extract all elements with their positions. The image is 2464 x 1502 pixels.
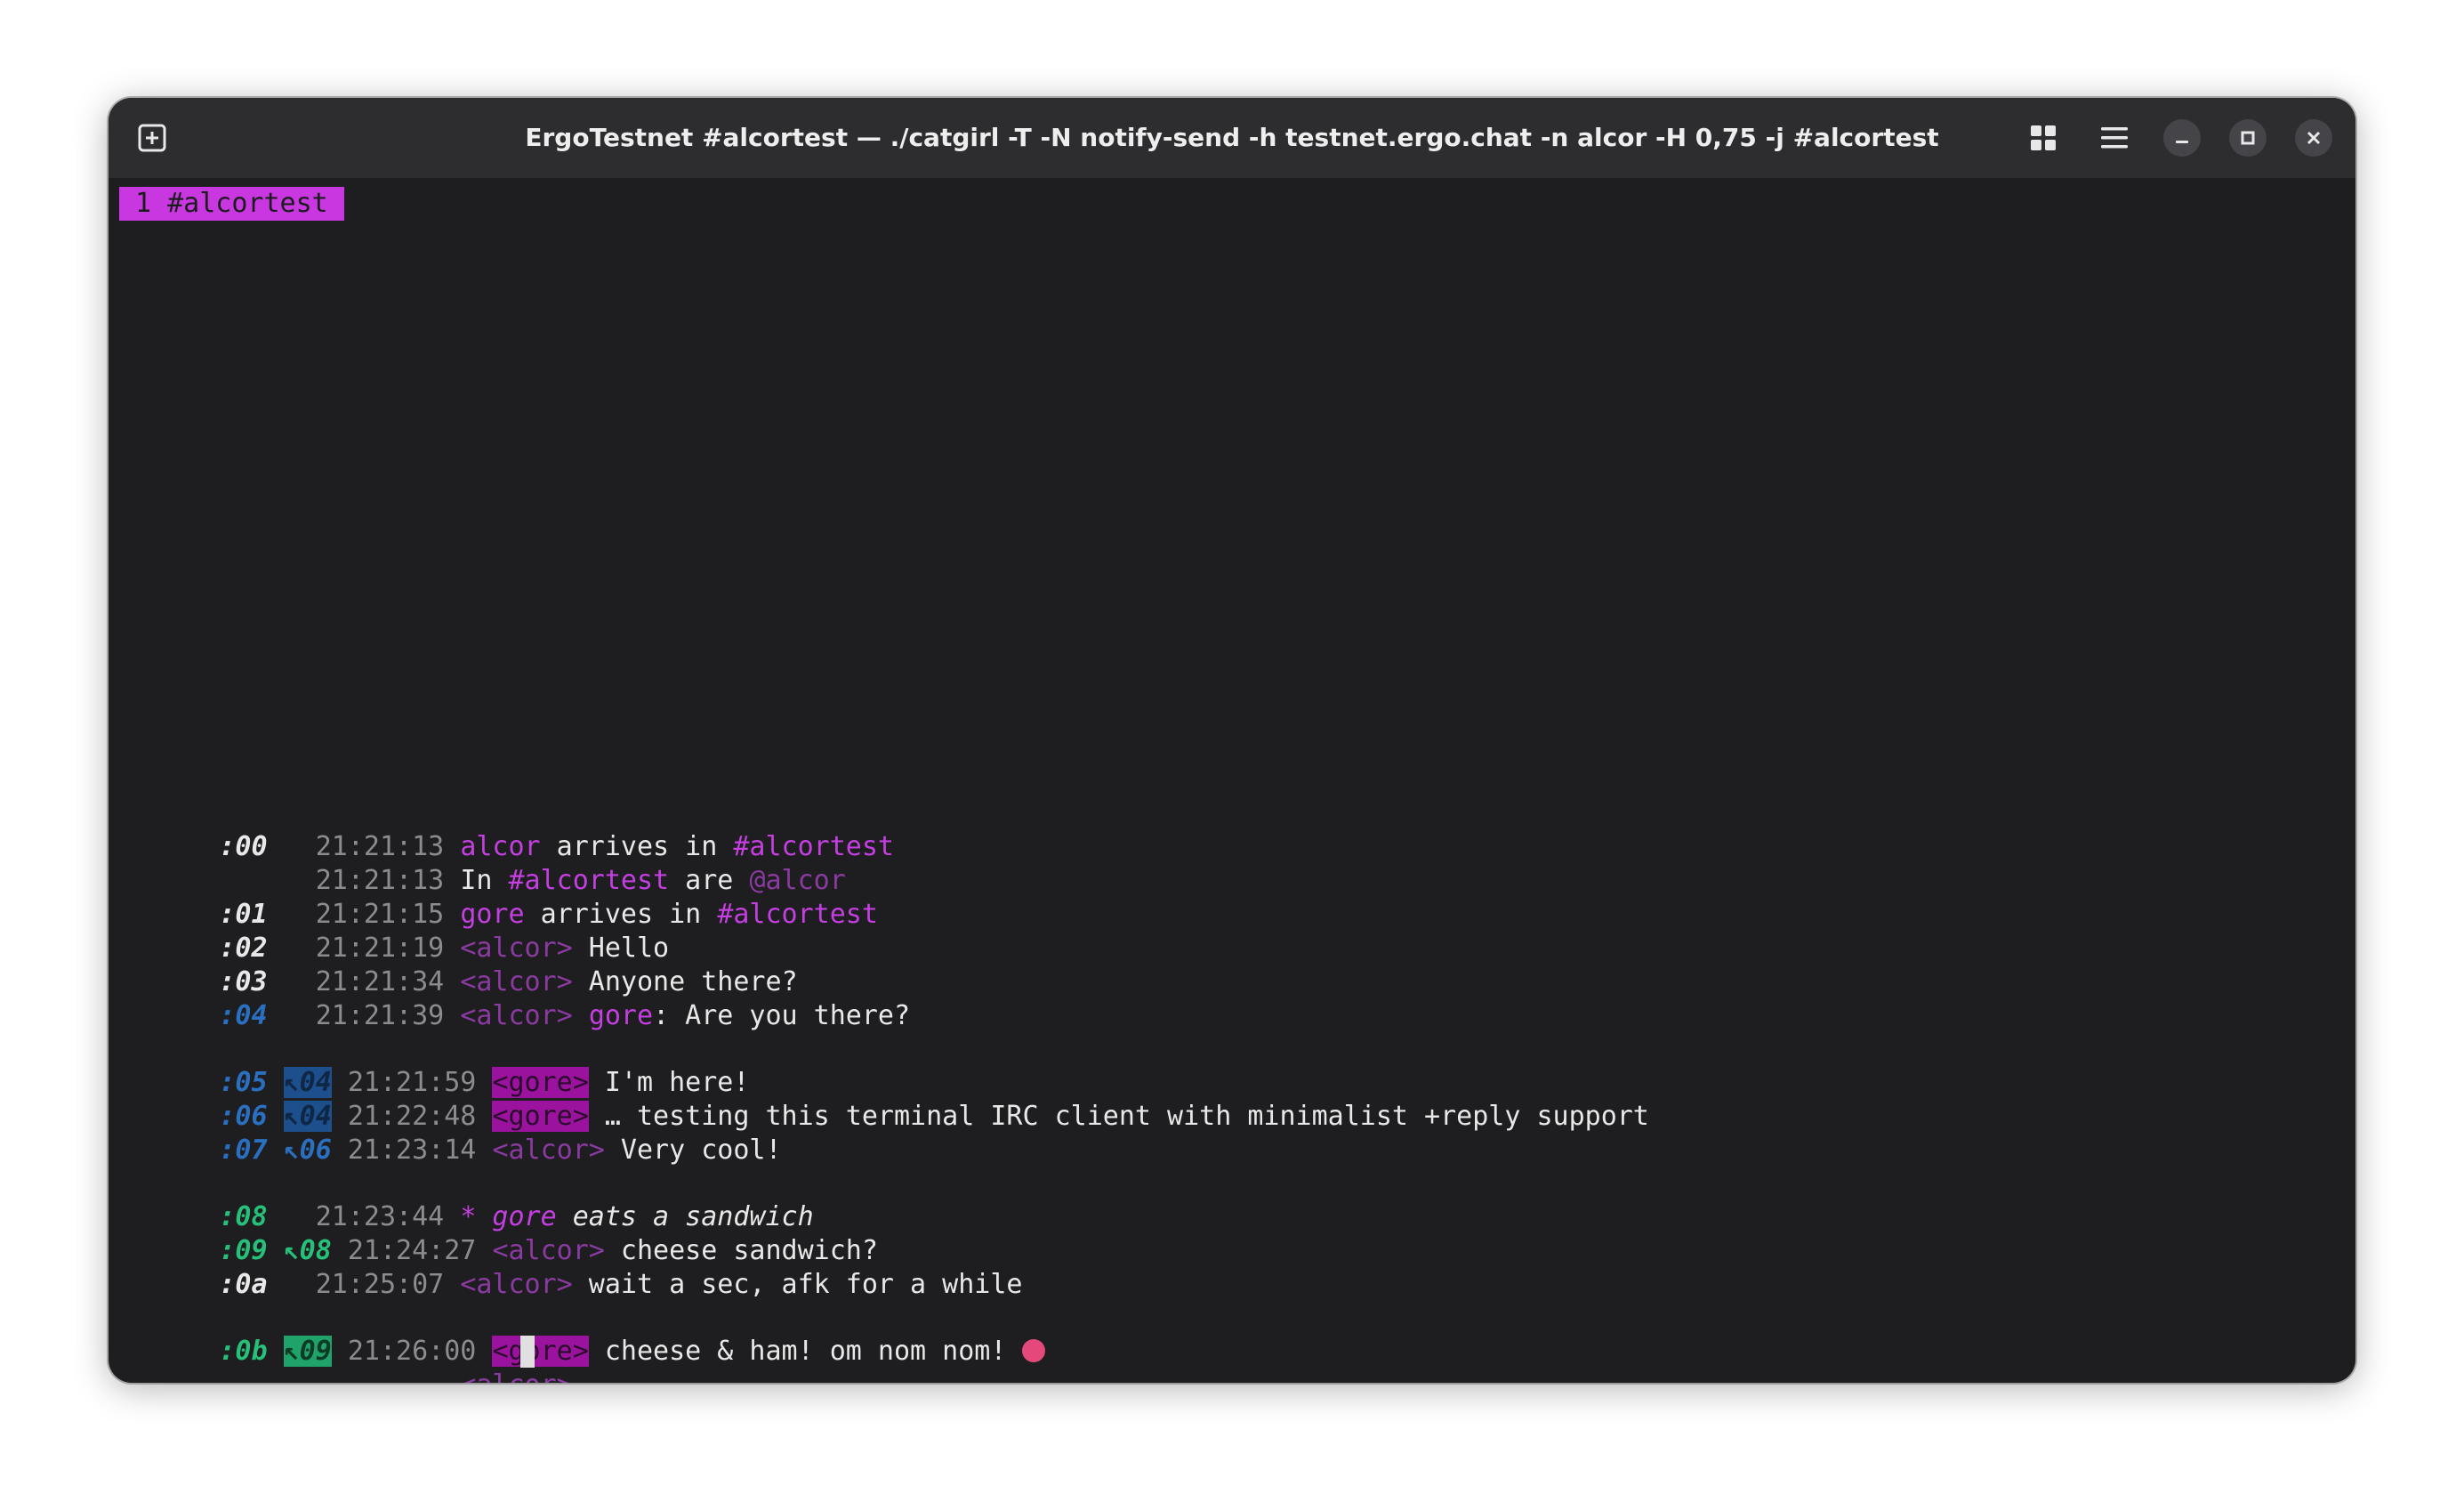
message-line: :08 21:23:44 * gore eats a sandwich xyxy=(123,1167,813,1232)
message-id: :0a xyxy=(219,1269,268,1300)
message-text: : Are you there? xyxy=(653,1000,911,1031)
channel: #alcortest xyxy=(717,899,878,930)
minimize-icon[interactable] xyxy=(2163,119,2201,157)
maximize-icon[interactable] xyxy=(2229,119,2267,157)
message-line: :0b ↖09 21:26:00 <gore> cheese & ham! om… xyxy=(123,1301,1046,1367)
message-line: 21:21:13 In #alcortest are @alcor xyxy=(123,830,846,896)
message-line: :0a 21:25:07 <alcor> wait a sec, afk for… xyxy=(123,1234,1022,1300)
nick: <alcor> xyxy=(460,1000,573,1031)
message-line: :07 ↖06 21:23:14 <alcor> Very cool! xyxy=(123,1100,781,1166)
title-bar: ErgoTestnet #alcortest — ./catgirl -T -N… xyxy=(109,98,2355,178)
nick: <alcor> xyxy=(492,1135,605,1166)
timestamp: 21:25:07 xyxy=(315,1269,445,1300)
timestamp: 21:23:14 xyxy=(347,1135,477,1166)
message-line: :05 ↖04 21:21:59 <gore> I'm here! xyxy=(123,1032,749,1098)
message-line: :00 21:21:13 alcor arrives in #alcortest xyxy=(123,796,894,862)
grid-icon[interactable] xyxy=(2025,119,2062,157)
message-id: :07 xyxy=(219,1135,268,1166)
nick: <alcor> xyxy=(460,1269,573,1300)
input-prompt: <alcor> xyxy=(460,1369,572,1383)
message-line: :03 21:21:34 <alcor> Anyone there? xyxy=(123,932,797,997)
terminal-window: ErgoTestnet #alcortest — ./catgirl -T -N… xyxy=(109,98,2355,1383)
text-cursor xyxy=(520,1336,535,1368)
close-icon[interactable] xyxy=(2295,119,2332,157)
message-text: cheese & ham! om nom nom! xyxy=(588,1336,1023,1367)
reply-ref[interactable]: ↖06 xyxy=(284,1135,332,1166)
mention: gore xyxy=(588,1000,654,1031)
message-text: Very cool! xyxy=(604,1135,782,1166)
message-line: :09 ↖08 21:24:27 <alcor> cheese sandwich… xyxy=(123,1200,878,1266)
message-line: :01 21:21:15 gore arrives in #alcortest xyxy=(123,864,878,930)
hamburger-menu-icon[interactable] xyxy=(2096,119,2133,157)
message-line: :06 ↖04 21:22:48 <gore> … testing this t… xyxy=(123,1066,1649,1132)
input-line[interactable]: <alcor> xyxy=(123,1335,589,1383)
window-title: ErgoTestnet #alcortest — ./catgirl -T -N… xyxy=(525,123,1939,152)
message-line: :02 21:21:19 <alcor> Hello xyxy=(123,898,669,964)
terminal-area[interactable]: 1 #alcortest :00 21:21:13 alcor arrives … xyxy=(109,178,2355,1383)
tab-alcortest[interactable]: 1 #alcortest xyxy=(119,187,344,221)
tongue-face-icon xyxy=(1022,1339,1046,1362)
timestamp: 21:21:39 xyxy=(315,1000,445,1031)
message-id: :04 xyxy=(219,1000,268,1031)
message-text: wait a sec, afk for a while xyxy=(572,1269,1023,1300)
message-line: :04 21:21:39 <alcor> gore: Are you there… xyxy=(123,965,910,1031)
